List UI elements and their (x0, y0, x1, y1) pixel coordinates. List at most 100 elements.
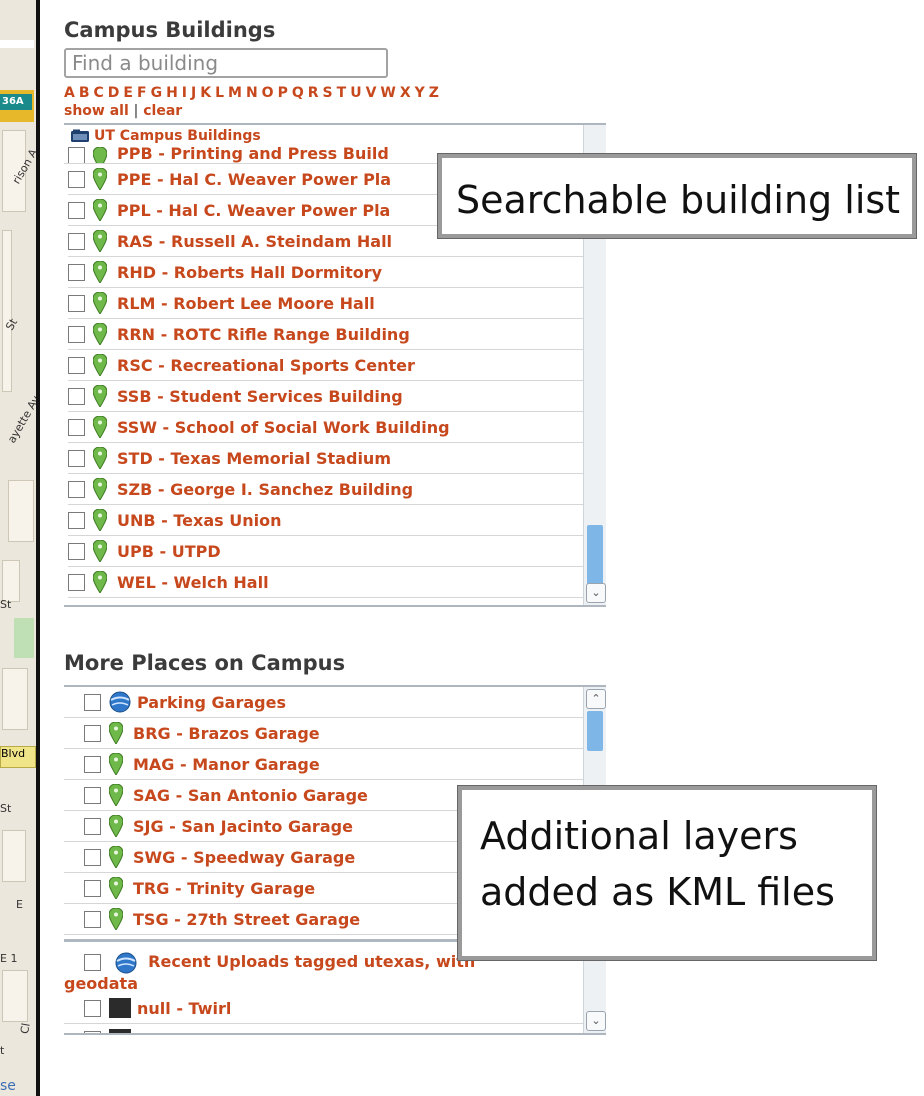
letter-filter-e[interactable]: E (123, 85, 135, 101)
checkbox[interactable] (84, 848, 101, 866)
letter-filter-h[interactable]: H (166, 85, 180, 101)
building-item-label: SSB - Student Services Building (117, 386, 403, 406)
building-item[interactable]: WEL - Welch Hall (68, 567, 606, 598)
letter-filter-t[interactable]: T (337, 85, 349, 101)
checkbox[interactable] (84, 999, 101, 1017)
building-item[interactable]: RSC - Recreational Sports Center (68, 350, 606, 381)
checkbox[interactable] (84, 954, 101, 971)
scroll-down-arrow[interactable]: ⌄ (586, 1011, 606, 1031)
letter-filter-i[interactable]: I (182, 85, 189, 101)
letter-filter-r[interactable]: R (308, 85, 321, 101)
checkbox[interactable] (68, 418, 85, 436)
checkbox[interactable] (68, 387, 85, 405)
checkbox[interactable] (68, 232, 85, 250)
letter-filter-l[interactable]: L (215, 85, 226, 101)
checkbox[interactable] (84, 879, 101, 897)
checkbox[interactable] (84, 724, 101, 742)
map-label: t (0, 1044, 5, 1057)
map-block (2, 560, 20, 602)
building-item[interactable]: RHD - Roberts Hall Dormitory (68, 257, 606, 288)
letter-filter-q[interactable]: Q (292, 85, 306, 101)
letter-filter-f[interactable]: F (137, 85, 149, 101)
map-block (2, 668, 28, 730)
letter-filter-c[interactable]: C (94, 85, 106, 101)
upload-item[interactable]: null - The E-Bus at 2am (64, 1024, 606, 1033)
letter-filter-z[interactable]: Z (429, 85, 441, 101)
building-item-label: PPL - Hal C. Weaver Power Pla (117, 200, 391, 220)
checkbox[interactable] (84, 1030, 101, 1033)
building-search-input[interactable] (64, 48, 388, 78)
letter-filter-u[interactable]: U (350, 85, 363, 101)
show-all-link[interactable]: show all (64, 103, 129, 119)
map-pin-icon (109, 722, 123, 744)
clear-link[interactable]: clear (143, 103, 182, 119)
building-item-label: UPB - UTPD (117, 541, 221, 561)
checkbox[interactable] (68, 542, 85, 560)
letter-filter-m[interactable]: M (228, 85, 244, 101)
checkbox[interactable] (84, 910, 101, 928)
building-item[interactable]: SSB - Student Services Building (68, 381, 606, 412)
map-strip[interactable]: 36A rison A St ayette Ave St Blvd St E E… (0, 0, 40, 1096)
checkbox[interactable] (68, 573, 85, 591)
building-item[interactable]: SSW - School of Social Work Building (68, 412, 606, 443)
scrollbar-thumb[interactable] (587, 711, 603, 751)
letter-filter-v[interactable]: V (366, 85, 379, 101)
checkbox[interactable] (84, 755, 101, 773)
network-link-globe-icon (115, 952, 137, 973)
letter-filter-n[interactable]: N (246, 85, 260, 101)
map-label: Blvd (0, 746, 36, 768)
letter-filter-a[interactable]: A (64, 85, 77, 101)
map-block (8, 480, 34, 542)
map-label: E 1 (0, 952, 18, 965)
building-item-label: PPE - Hal C. Weaver Power Pla (117, 169, 392, 189)
checkbox[interactable] (68, 356, 85, 374)
checkbox[interactable] (68, 147, 85, 163)
letter-filter-p[interactable]: P (278, 85, 290, 101)
checkbox[interactable] (68, 449, 85, 467)
garage-item[interactable]: BRG - Brazos Garage (64, 718, 606, 749)
letter-filter-y[interactable]: Y (415, 85, 427, 101)
building-item[interactable]: RLM - Robert Lee Moore Hall (68, 288, 606, 319)
callout-text: Additional layers (480, 814, 798, 858)
map-pin-icon (109, 784, 123, 806)
building-item[interactable]: UNB - Texas Union (68, 505, 606, 536)
map-pin-icon (109, 908, 123, 930)
scrollbar-thumb[interactable] (587, 525, 603, 585)
garage-item-label: SWG - Speedway Garage (133, 847, 356, 867)
building-item[interactable]: STD - Texas Memorial Stadium (68, 443, 606, 474)
map-pin-icon (109, 877, 123, 899)
checkbox[interactable] (84, 817, 101, 835)
checkbox[interactable] (68, 294, 85, 312)
letter-filter-x[interactable]: X (400, 85, 413, 101)
checkbox[interactable] (68, 480, 85, 498)
letter-filter-w[interactable]: W (380, 85, 397, 101)
letter-filter-k[interactable]: K (200, 85, 213, 101)
buildings-title: Campus Buildings (64, 18, 276, 42)
checkbox[interactable] (68, 511, 85, 529)
letter-filter-d[interactable]: D (108, 85, 122, 101)
upload-item[interactable]: null - Twirl (64, 993, 606, 1024)
building-item-label: RHD - Roberts Hall Dormitory (117, 262, 383, 282)
letter-filter-g[interactable]: G (151, 85, 165, 101)
letter-filter-s[interactable]: S (323, 85, 335, 101)
building-item[interactable]: RRN - ROTC Rifle Range Building (68, 319, 606, 350)
letter-filter-o[interactable]: O (262, 85, 276, 101)
building-item-label: SZB - George I. Sanchez Building (117, 479, 414, 499)
letter-filter-b[interactable]: B (79, 85, 92, 101)
checkbox[interactable] (68, 325, 85, 343)
building-item[interactable]: SZB - George I. Sanchez Building (68, 474, 606, 505)
checkbox[interactable] (68, 263, 85, 281)
photo-thumbnail-icon (109, 998, 131, 1018)
garage-item[interactable]: MAG - Manor Garage (64, 749, 606, 780)
building-item[interactable]: UPB - UTPD (68, 536, 606, 567)
checkbox[interactable] (68, 201, 85, 219)
checkbox[interactable] (84, 693, 101, 711)
scroll-down-arrow[interactable]: ⌄ (586, 583, 606, 603)
letter-filter-j[interactable]: J (191, 85, 198, 101)
map-pin-icon (93, 292, 107, 314)
folder-ut-campus-buildings[interactable]: UT Campus Buildings (64, 125, 606, 147)
scroll-up-arrow[interactable]: ⌃ (586, 689, 606, 709)
folder-parking-garages[interactable]: Parking Garages (64, 687, 606, 718)
checkbox[interactable] (84, 786, 101, 804)
checkbox[interactable] (68, 170, 85, 188)
